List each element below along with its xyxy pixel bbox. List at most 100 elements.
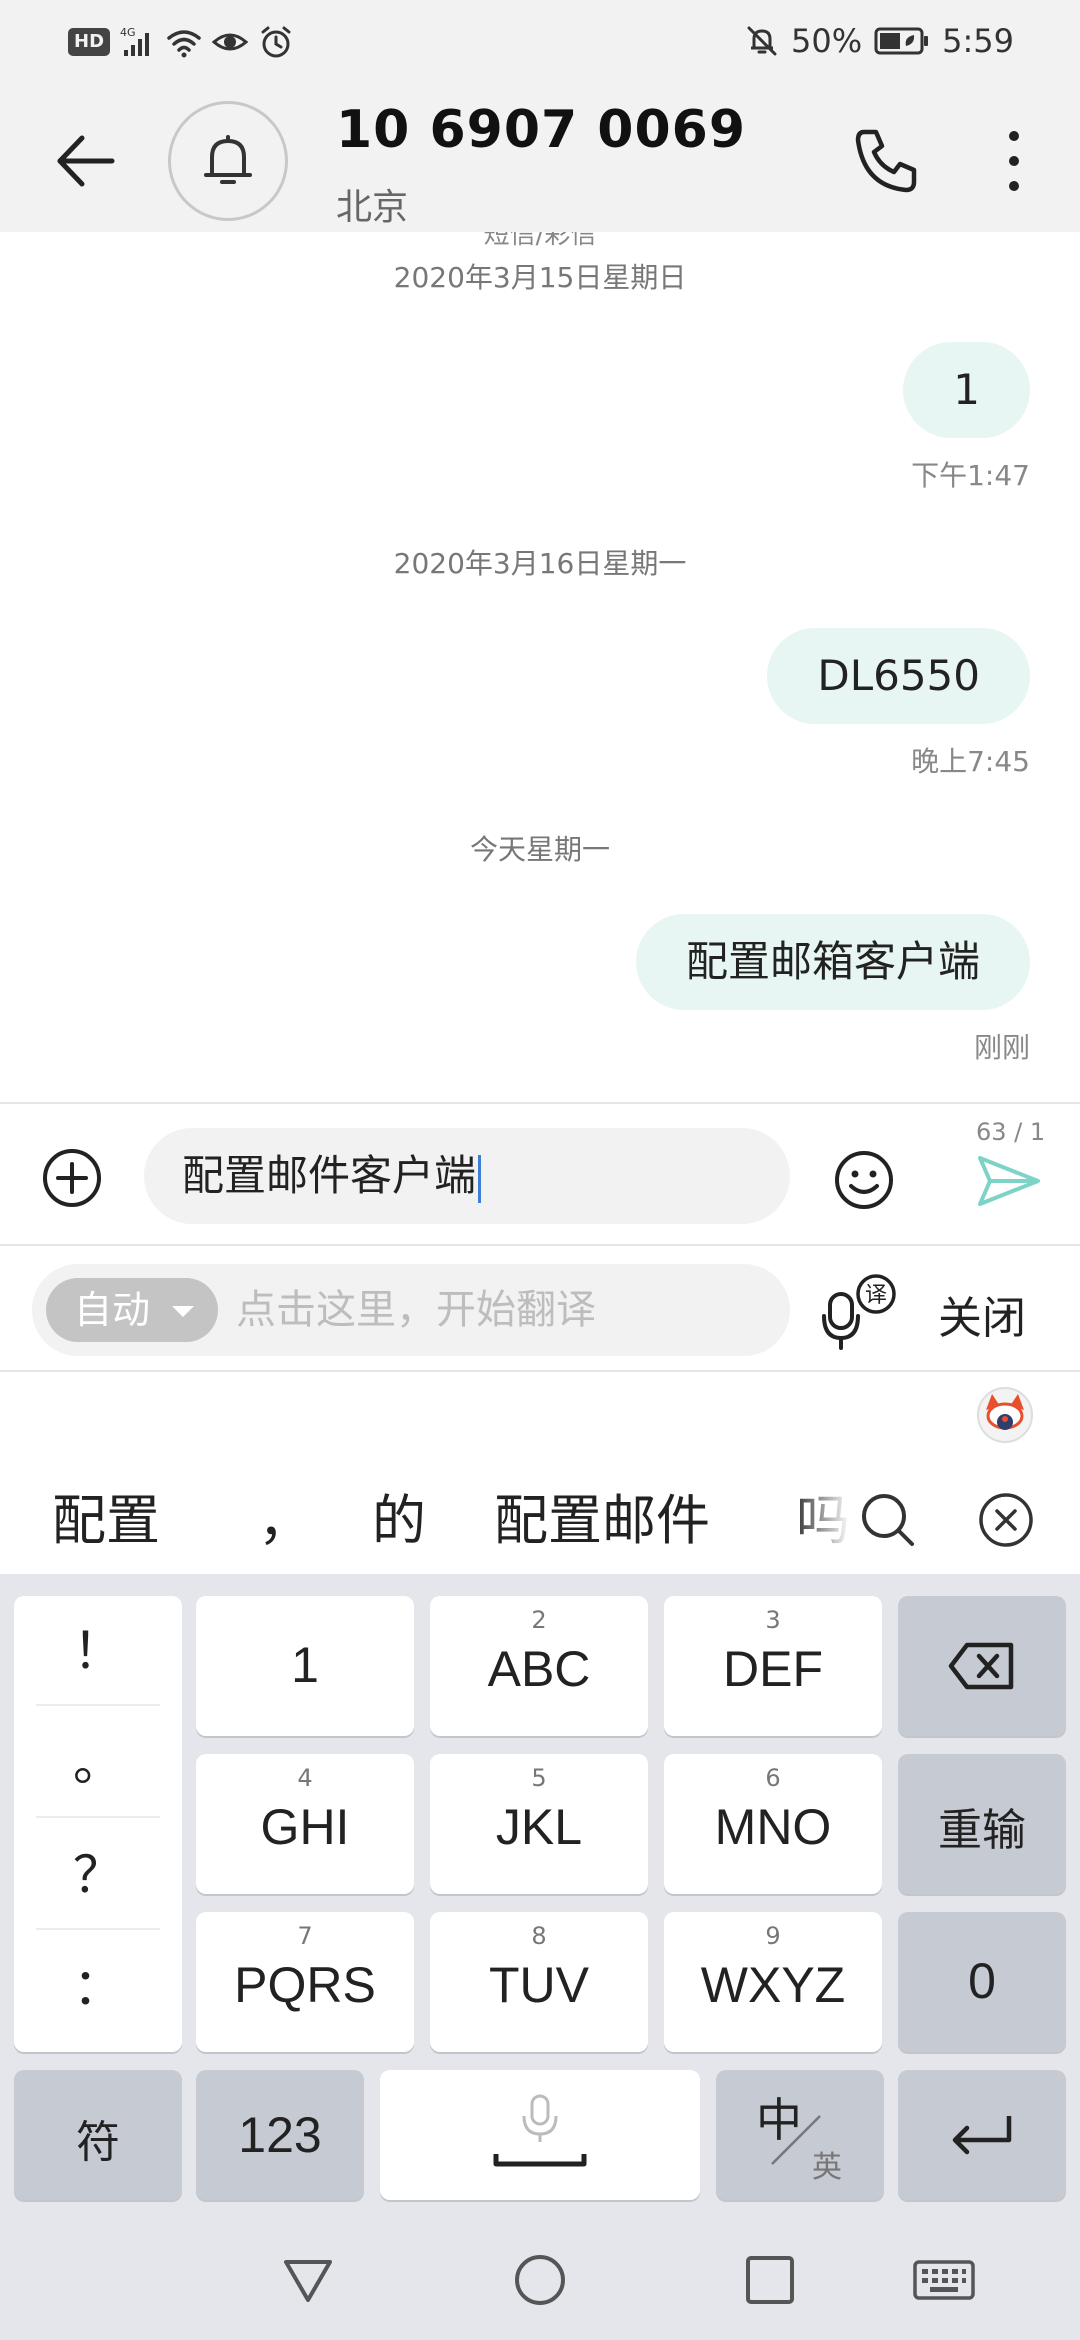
- key-label: TUV: [489, 1957, 589, 2013]
- key-7[interactable]: 7 PQRS: [196, 1912, 414, 2052]
- microphone-icon: [493, 2094, 587, 2167]
- system-navbar: [0, 2214, 1080, 2340]
- key-label: WXYZ: [700, 1957, 846, 2013]
- message-time: 下午1:47: [911, 459, 1030, 492]
- avatar[interactable]: [168, 101, 288, 221]
- date-separator: 2020年3月16日星期一: [393, 547, 687, 580]
- nav-home-icon[interactable]: [512, 2252, 568, 2308]
- key-label: DEF: [723, 1641, 823, 1697]
- message-time: 刚刚: [973, 1031, 1030, 1064]
- status-left: HD 4G: [68, 24, 294, 60]
- status-time: 5:59: [942, 22, 1014, 60]
- close-icon[interactable]: [976, 1490, 1036, 1550]
- key-number: 3: [765, 1606, 781, 1634]
- key-label: GHI: [260, 1799, 350, 1855]
- candidate-word[interactable]: ，: [258, 1476, 312, 1566]
- nav-recents-icon[interactable]: [742, 2252, 798, 2308]
- reset-key[interactable]: 重输: [898, 1754, 1066, 1894]
- candidate-word[interactable]: 配置: [52, 1476, 160, 1566]
- message-time: 晚上7:45: [911, 745, 1030, 778]
- chevron-down-icon: [172, 1306, 194, 1317]
- key-number: 7: [297, 1922, 313, 1950]
- battery-icon: [874, 27, 929, 55]
- eye-icon: [212, 33, 249, 51]
- key-1[interactable]: 1: [196, 1596, 414, 1736]
- punct-key[interactable]: ：: [36, 1932, 160, 2042]
- key-label: 符: [76, 2117, 120, 2168]
- symbol-key[interactable]: 符: [14, 2070, 182, 2200]
- keyboard-toggle-icon[interactable]: [912, 2252, 976, 2308]
- conversation-type-label: 短信/彩信: [483, 232, 597, 250]
- voice-translate-icon[interactable]: 译: [820, 1272, 900, 1352]
- enter-key[interactable]: [898, 2070, 1066, 2200]
- message-bubble[interactable]: 1: [903, 342, 1030, 438]
- language-switch-key[interactable]: 中 英: [716, 2070, 884, 2200]
- message-input[interactable]: 配置邮件客户端: [144, 1128, 790, 1224]
- candidate-word[interactable]: 的: [372, 1476, 426, 1566]
- text-cursor: [478, 1154, 482, 1203]
- key-2[interactable]: 2 ABC: [430, 1596, 648, 1736]
- alarm-icon: [261, 26, 291, 58]
- signal-icon: 4G: [120, 26, 150, 56]
- translate-placeholder: 点击这里，开始翻译: [236, 1287, 596, 1333]
- keyboard: ！ 。 ？ ： 1 2 ABC 3 DEF 4 GHI 5 JKL 6 MNO …: [0, 1574, 1080, 2214]
- back-arrow-icon[interactable]: [50, 126, 120, 196]
- translate-badge-text: 译: [865, 1283, 887, 1308]
- ime-candidate-bar: 配置 ， 的 配置邮件 吗: [0, 1372, 1080, 1574]
- bell-icon: [204, 135, 252, 184]
- character-count: 63 / 1: [976, 1118, 1046, 1146]
- key-number: 8: [531, 1922, 547, 1950]
- network-type-text: 4G: [120, 26, 136, 39]
- enter-icon: [952, 2116, 1012, 2155]
- send-icon[interactable]: [976, 1152, 1042, 1210]
- key-5[interactable]: 5 JKL: [430, 1754, 648, 1894]
- date-separator: 2020年3月15日星期日: [393, 261, 687, 294]
- key-4[interactable]: 4 GHI: [196, 1754, 414, 1894]
- date-separator: 今天星期一: [469, 833, 610, 866]
- key-6[interactable]: 6 MNO: [664, 1754, 882, 1894]
- candidate-fade: [790, 1476, 850, 1566]
- punct-key[interactable]: ？: [36, 1820, 160, 1930]
- add-attachment-icon[interactable]: [40, 1146, 104, 1210]
- search-icon[interactable]: [858, 1490, 918, 1550]
- key-number: 4: [297, 1764, 313, 1792]
- key-label: MNO: [714, 1799, 832, 1855]
- message-bubble[interactable]: 配置邮箱客户端: [635, 914, 1030, 1010]
- backspace-key[interactable]: [898, 1596, 1066, 1736]
- key-number: 6: [765, 1764, 781, 1792]
- lang-sub-label: 英: [812, 2150, 842, 2185]
- space-key[interactable]: [380, 2070, 700, 2200]
- numeric-key[interactable]: 123: [196, 2070, 364, 2200]
- close-translate-button[interactable]: 关闭: [938, 1282, 1026, 1346]
- key-label: 0: [968, 1953, 996, 2009]
- emoji-icon[interactable]: [832, 1148, 896, 1212]
- status-bar: HD 4G 50% 5:59: [0, 0, 1080, 86]
- key-label: ABC: [487, 1641, 591, 1697]
- key-9[interactable]: 9 WXYZ: [664, 1912, 882, 2052]
- message-list[interactable]: 短信/彩信 2020年3月15日星期日 1 下午1:47 2020年3月16日星…: [0, 232, 1080, 1102]
- ime-mascot-icon[interactable]: [976, 1386, 1034, 1444]
- nav-back-icon[interactable]: [280, 2252, 336, 2308]
- candidate-word[interactable]: 配置邮件: [494, 1476, 710, 1566]
- conversation-header: 10 6907 0069 北京: [0, 86, 1080, 232]
- key-label: JKL: [495, 1799, 583, 1855]
- punct-key[interactable]: ！: [36, 1596, 160, 1706]
- backspace-icon: [948, 1642, 1014, 1690]
- translate-mode-dropdown[interactable]: 自动: [46, 1278, 218, 1342]
- battery-percent: 50%: [791, 22, 863, 60]
- contact-name: 10 6907 0069: [336, 100, 747, 160]
- candidate-list: 配置 ， 的 配置邮件 吗: [0, 1476, 850, 1566]
- key-8[interactable]: 8 TUV: [430, 1912, 648, 2052]
- compose-bar: 配置邮件客户端 63 / 1: [0, 1102, 1080, 1246]
- phone-icon[interactable]: [850, 124, 924, 198]
- message-bubble[interactable]: DL6550: [767, 628, 1030, 724]
- key-label: PQRS: [234, 1957, 376, 2013]
- key-0[interactable]: 0: [898, 1912, 1066, 2052]
- punctuation-column[interactable]: ！ 。 ？ ：: [14, 1596, 182, 2052]
- translate-input[interactable]: 自动 点击这里，开始翻译: [32, 1264, 790, 1356]
- more-vertical-icon[interactable]: [994, 124, 1034, 198]
- key-label: 1: [291, 1637, 319, 1693]
- key-3[interactable]: 3 DEF: [664, 1596, 882, 1736]
- punct-key[interactable]: 。: [36, 1708, 160, 1818]
- hd-icon: HD: [68, 28, 111, 56]
